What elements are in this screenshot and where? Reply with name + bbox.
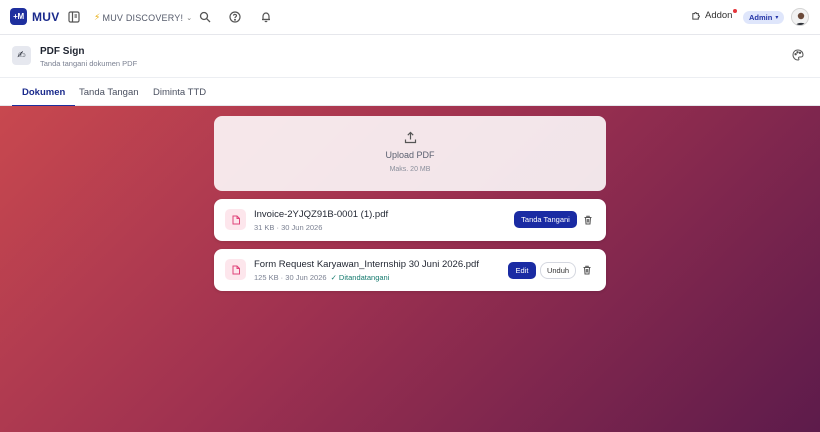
page-header: ✍ PDF Sign Tanda tangani dokumen PDF xyxy=(0,35,820,77)
file-meta: 31 KB · 30 Jun 2026 xyxy=(254,223,322,232)
file-meta: 125 KB · 30 Jun 2026 ✓ Ditandatangani xyxy=(254,273,389,282)
sidebar-toggle-icon[interactable] xyxy=(67,10,81,24)
notification-dot xyxy=(733,9,738,13)
page-subtitle: Tanda tangani dokumen PDF xyxy=(40,59,138,68)
pdf-file-icon xyxy=(225,259,246,280)
file-card: Invoice-2YJQZ91B-0001 (1).pdf 31 KB · 30… xyxy=(214,199,606,241)
signature-pen-icon: ✍ xyxy=(12,46,31,65)
trash-icon[interactable] xyxy=(583,215,593,225)
chevron-updown-icon: ⌄ xyxy=(186,14,193,22)
logo-mark: +M xyxy=(10,8,27,25)
file-size-date: 31 KB · 30 Jun 2026 xyxy=(254,223,323,232)
workspace-selector[interactable]: ⚡ MUV DISCOVERY! ⌄ xyxy=(94,9,192,26)
workspace-name: MUV DISCOVERY! xyxy=(102,12,184,23)
edit-button[interactable]: Edit xyxy=(508,262,536,279)
page-title: PDF Sign xyxy=(40,46,85,57)
upload-icon xyxy=(404,131,416,144)
upload-title: Upload PDF xyxy=(385,150,435,160)
avatar[interactable] xyxy=(791,8,809,26)
main-content: Upload PDF Maks. 20 MB Invoice-2YJQZ91B-… xyxy=(0,106,820,432)
palette-icon[interactable] xyxy=(792,49,804,61)
trash-icon[interactable] xyxy=(582,265,592,275)
tab-diminta-ttd[interactable]: Diminta TTD xyxy=(153,78,206,106)
tab-bar: Dokumen Tanda Tangan Diminta TTD xyxy=(0,77,820,107)
upload-dropzone[interactable]: Upload PDF Maks. 20 MB xyxy=(214,116,606,191)
role-label: Admin xyxy=(749,13,773,22)
lightning-icon: ⚡ xyxy=(94,12,101,22)
search-icon[interactable] xyxy=(198,10,212,24)
puzzle-icon xyxy=(692,12,700,20)
file-name[interactable]: Invoice-2YJQZ91B-0001 (1).pdf xyxy=(254,209,388,220)
file-card: Form Request Karyawan_Internship 30 Juni… xyxy=(214,249,606,291)
pdf-file-icon xyxy=(225,209,246,230)
tab-tanda-tangan[interactable]: Tanda Tangan xyxy=(79,78,139,106)
addon-button[interactable]: Addon xyxy=(691,9,738,21)
file-name[interactable]: Form Request Karyawan_Internship 30 Juni… xyxy=(254,259,479,270)
addon-label: Addon xyxy=(705,10,733,21)
file-size-date: 125 KB · 30 Jun 2026 xyxy=(254,273,327,282)
download-button[interactable]: Unduh xyxy=(540,262,576,279)
tab-dokumen[interactable]: Dokumen xyxy=(11,78,76,107)
sign-button[interactable]: Tanda Tangani xyxy=(514,211,577,228)
chevron-down-icon: ▾ xyxy=(775,15,779,21)
app-logo[interactable]: +M MUV xyxy=(10,8,60,25)
logo-text: MUV xyxy=(32,9,60,24)
top-bar: +M MUV ⚡ MUV DISCOVERY! ⌄ Addon Admin ▾ xyxy=(0,0,820,35)
signed-status: ✓ Ditandatangani xyxy=(330,273,390,282)
help-icon[interactable] xyxy=(228,10,242,24)
upload-limit: Maks. 20 MB xyxy=(389,166,431,173)
bell-icon[interactable] xyxy=(259,10,273,24)
role-switcher[interactable]: Admin ▾ xyxy=(743,11,785,24)
